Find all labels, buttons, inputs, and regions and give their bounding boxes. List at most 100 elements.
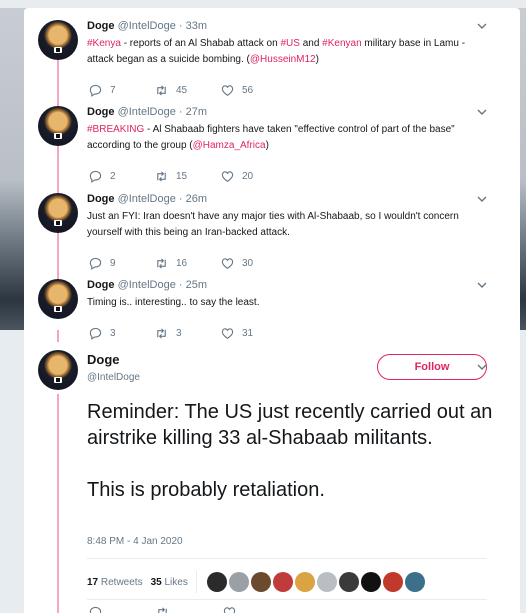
- tweet-text: Just an FYI: Iran doesn't have any major…: [87, 209, 487, 241]
- author-name[interactable]: Doge: [87, 106, 115, 118]
- tweet-text: #Kenya - reports of an Al Shabab attack …: [87, 36, 487, 68]
- tweet-link[interactable]: @Hamza_Africa: [193, 140, 266, 151]
- main-tweet-paragraph: Reminder: The US just recently carried o…: [87, 401, 493, 449]
- heart-icon[interactable]: [223, 606, 236, 613]
- tweet-link[interactable]: #Kenya: [87, 38, 121, 49]
- like-button[interactable]: 20: [221, 170, 287, 183]
- like-button[interactable]: 30: [221, 257, 287, 270]
- author-handle[interactable]: @IntelDoge: [118, 106, 176, 118]
- divider: [195, 571, 197, 593]
- retweet-icon: [157, 171, 166, 182]
- tweet-time[interactable]: 33m: [186, 20, 207, 32]
- tweet-time[interactable]: 26m: [186, 193, 207, 205]
- tweet-actions: 3 3 31: [89, 327, 287, 340]
- liker-avatar[interactable]: [382, 572, 403, 592]
- retweet-button[interactable]: 3: [155, 327, 221, 340]
- tweet-actions: 7 45 56: [89, 84, 287, 97]
- divider: [87, 558, 487, 559]
- tweet-link[interactable]: #BREAKING: [87, 124, 144, 135]
- liker-avatar[interactable]: [360, 572, 381, 592]
- heart-icon: [221, 328, 234, 339]
- liker-avatar[interactable]: [228, 572, 249, 592]
- tweet-time[interactable]: 25m: [186, 279, 207, 291]
- like-button[interactable]: 56: [221, 84, 287, 97]
- reply-icon: [89, 84, 102, 97]
- liker-avatar[interactable]: [206, 572, 227, 592]
- like-button[interactable]: 31: [221, 327, 287, 340]
- main-author-handle[interactable]: @IntelDoge: [87, 372, 140, 383]
- retweet-icon: [157, 328, 166, 339]
- reply-icon: [89, 170, 102, 183]
- tweet-text-segment: Just an FYI: Iran doesn't have any major…: [87, 211, 459, 238]
- tweet-time[interactable]: 27m: [186, 106, 207, 118]
- tweet-timestamp[interactable]: 8:48 PM - 4 Jan 2020: [87, 536, 183, 547]
- author-handle[interactable]: @IntelDoge: [118, 193, 176, 205]
- reply-icon: [89, 327, 102, 340]
- thread-line: [57, 394, 59, 613]
- heart-icon: [221, 85, 234, 96]
- tweet-text-segment: Timing is.. interesting.. to say the lea…: [87, 297, 260, 308]
- reply-button[interactable]: 7: [89, 84, 155, 97]
- tweet-text-segment: and: [299, 38, 323, 49]
- tweet-text-segment: ): [315, 54, 319, 65]
- tweet-stats: 17 Retweets 35 Likes: [87, 571, 425, 593]
- tweet-text: #BREAKING - Al Shabaab fighters have tak…: [87, 122, 487, 154]
- liker-avatar[interactable]: [250, 572, 271, 592]
- reply-icon[interactable]: [89, 606, 102, 613]
- tweet-header: Doge @IntelDoge · 27m: [87, 106, 208, 118]
- chevron-down-icon[interactable]: [476, 361, 488, 373]
- avatar[interactable]: [38, 279, 78, 319]
- liker-avatar[interactable]: [404, 572, 425, 592]
- main-tweet-actions: [89, 606, 236, 613]
- reply-button[interactable]: 3: [89, 327, 155, 340]
- retweet-button[interactable]: 15: [155, 170, 221, 183]
- follow-button[interactable]: Follow: [377, 354, 487, 380]
- tweet-link[interactable]: @HusseinM12: [250, 54, 316, 65]
- author-name[interactable]: Doge: [87, 20, 115, 32]
- chevron-down-icon[interactable]: [476, 20, 488, 32]
- main-tweet-paragraph: This is probably retaliation.: [87, 479, 325, 501]
- tweet-text: Timing is.. interesting.. to say the lea…: [87, 295, 487, 311]
- reply-button[interactable]: 2: [89, 170, 155, 183]
- chevron-down-icon[interactable]: [476, 106, 488, 118]
- heart-icon: [221, 258, 234, 269]
- like-stat[interactable]: 35 Likes: [151, 577, 188, 588]
- chevron-down-icon[interactable]: [476, 193, 488, 205]
- liker-avatars[interactable]: [206, 572, 425, 592]
- avatar[interactable]: [38, 106, 78, 146]
- tweet-header: Doge @IntelDoge · 25m: [87, 279, 208, 291]
- author-name[interactable]: Doge: [87, 193, 115, 205]
- retweet-icon[interactable]: [156, 606, 169, 613]
- retweet-icon: [157, 258, 166, 269]
- heart-icon: [221, 171, 234, 182]
- author-handle[interactable]: @IntelDoge: [118, 279, 176, 291]
- liker-avatar[interactable]: [272, 572, 293, 592]
- author-handle[interactable]: @IntelDoge: [118, 20, 176, 32]
- main-avatar[interactable]: [38, 350, 78, 390]
- retweet-button[interactable]: 16: [155, 257, 221, 270]
- author-name[interactable]: Doge: [87, 279, 115, 291]
- avatar[interactable]: [38, 193, 78, 233]
- thread-line: [57, 60, 59, 304]
- tweet-thread-card: Doge @IntelDoge · 33m #Kenya - reports o…: [24, 8, 520, 613]
- retweet-stat[interactable]: 17 Retweets: [87, 577, 143, 588]
- reply-icon: [89, 257, 102, 270]
- tweet-link[interactable]: #Kenyan: [322, 38, 361, 49]
- main-tweet-text: Reminder: The US just recently carried o…: [87, 399, 497, 503]
- tweet-actions: 9 16 30: [89, 257, 287, 270]
- tweet-link[interactable]: #US: [280, 38, 299, 49]
- reply-button[interactable]: 9: [89, 257, 155, 270]
- tweet-text-segment: ): [265, 140, 269, 151]
- divider: [87, 599, 487, 600]
- liker-avatar[interactable]: [294, 572, 315, 592]
- tweet-header: Doge @IntelDoge · 33m: [87, 20, 208, 32]
- main-author-name[interactable]: Doge: [87, 352, 120, 367]
- liker-avatar[interactable]: [316, 572, 337, 592]
- chevron-down-icon[interactable]: [476, 279, 488, 291]
- thread-line: [57, 330, 59, 342]
- retweet-button[interactable]: 45: [155, 84, 221, 97]
- avatar[interactable]: [38, 20, 78, 60]
- retweet-icon: [157, 85, 166, 96]
- tweet-text-segment: - reports of an Al Shabab attack on: [120, 38, 281, 49]
- liker-avatar[interactable]: [338, 572, 359, 592]
